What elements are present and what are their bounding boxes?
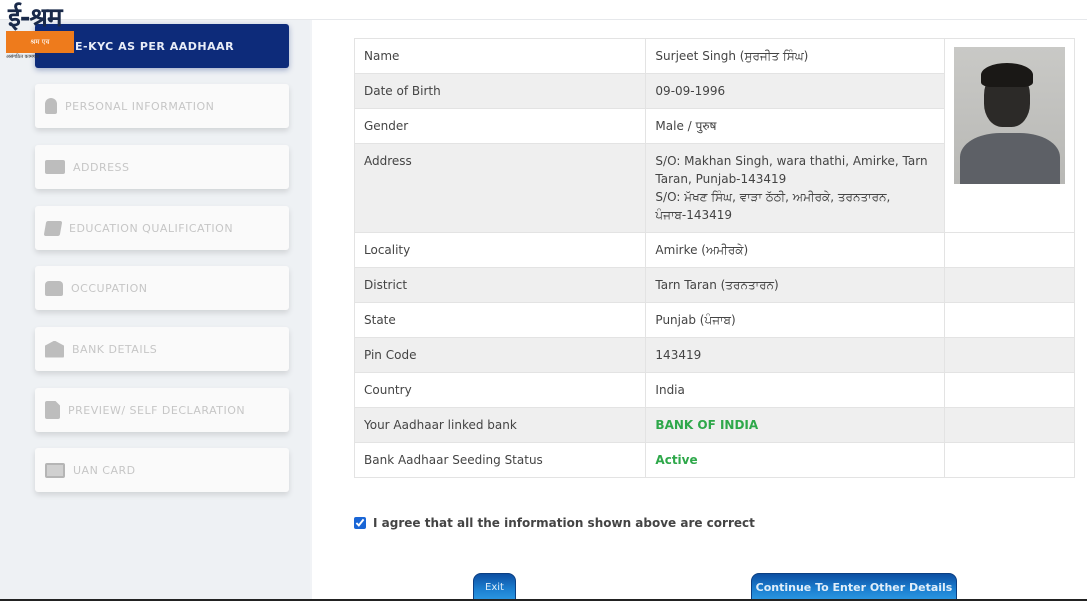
table-row: Locality Amirke (ਅਮੀਰਕੇ)	[353, 232, 1076, 268]
sidebar-item-label: PREVIEW/ SELF DECLARATION	[68, 403, 246, 417]
agreement[interactable]: I agree that all the information shown a…	[354, 516, 755, 530]
sidebar-item-label: BANK DETAILS	[72, 342, 158, 356]
row-label: Your Aadhaar linked bank	[353, 407, 647, 443]
sidebar-item-uan-card[interactable]: UAN CARD	[35, 448, 289, 492]
book-icon	[43, 220, 63, 236]
row-value: India	[645, 372, 945, 408]
row-label: Address	[353, 143, 647, 233]
empty-cell	[943, 407, 1076, 443]
table-row: Country India	[353, 372, 1076, 408]
agree-label: I agree that all the information shown a…	[373, 516, 755, 530]
sidebar-item-label: PERSONAL INFORMATION	[65, 99, 215, 113]
agree-checkbox[interactable]	[354, 517, 366, 529]
sidebar-item-label: EDUCATION QUALIFICATION	[69, 221, 234, 235]
bottom-pad	[0, 601, 1087, 608]
row-value: 143419	[645, 337, 945, 373]
empty-cell	[943, 267, 1076, 303]
row-value: Amirke (ਅਮੀਰਕੇ)	[645, 232, 945, 268]
logo-band: श्रम एव	[6, 31, 74, 53]
table-row: District Tarn Taran (ਤਰਨਤਾਰਨ)	[353, 267, 1076, 303]
row-label: District	[353, 267, 647, 303]
main-panel: Name Surjeet Singh (ਸੁਰਜੀਤ ਸਿੰਘ) Date of…	[312, 20, 1087, 600]
empty-cell	[943, 372, 1076, 408]
address-punjabi: S/O: ਮੱਖਣ ਸਿੰਘ, ਵਾੜਾ ਠੱਠੀ, ਅਮੀਰਕੇ, ਤਰਨਤਾ…	[655, 190, 891, 222]
row-label: Bank Aadhaar Seeding Status	[353, 442, 647, 478]
sidebar-item-label: OCCUPATION	[71, 281, 148, 295]
continue-button[interactable]: Continue To Enter Other Details	[751, 573, 957, 600]
table-row: Bank Aadhaar Seeding Status Active	[353, 442, 1076, 478]
empty-cell	[943, 302, 1076, 338]
table-row: Name Surjeet Singh (ਸੁਰਜੀਤ ਸਿੰਘ)	[353, 38, 1076, 233]
id-card-icon	[45, 462, 65, 478]
sidebar: E-KYC AS PER AADHAAR PERSONAL INFORMATIO…	[0, 20, 310, 600]
row-label: Date of Birth	[353, 73, 647, 109]
top-bar	[0, 0, 1087, 20]
row-value: Male / पुरुष	[645, 108, 945, 144]
eshram-logo: ई-श्रम श्रम एव असंगठित कामगार	[6, 4, 86, 64]
logo-title: ई-श्रम	[8, 3, 63, 33]
sidebar-item-education[interactable]: EDUCATION QUALIFICATION	[35, 206, 289, 250]
row-label: Pin Code	[353, 337, 647, 373]
briefcase-icon	[45, 280, 63, 296]
row-value: Surjeet Singh (ਸੁਰਜੀਤ ਸਿੰਘ)	[645, 38, 945, 74]
row-label: Locality	[353, 232, 647, 268]
sidebar-item-preview[interactable]: PREVIEW/ SELF DECLARATION	[35, 388, 289, 432]
aadhaar-details-table: Name Surjeet Singh (ਸੁਰਜੀਤ ਸਿੰਘ) Date of…	[353, 38, 1076, 478]
sidebar-item-label: UAN CARD	[73, 463, 136, 477]
logo-subtitle: असंगठित कामगार	[6, 54, 39, 60]
table-row: State Punjab (ਪੰਜਾਬ)	[353, 302, 1076, 338]
address-english: S/O: Makhan Singh, wara thathi, Amirke, …	[655, 154, 928, 186]
exit-button[interactable]: Exit	[473, 573, 516, 600]
linked-bank-value: BANK OF INDIA	[645, 407, 945, 443]
page: ई-श्रम श्रम एव असंगठित कामगार E-KYC AS P…	[0, 0, 1087, 608]
row-value: 09-09-1996	[645, 73, 945, 109]
empty-cell	[943, 442, 1076, 478]
profile-photo	[953, 47, 1065, 184]
table-row: Your Aadhaar linked bank BANK OF INDIA	[353, 407, 1076, 443]
row-value: Tarn Taran (ਤਰਨਤਾਰਨ)	[645, 267, 945, 303]
sidebar-item-label: E-KYC AS PER AADHAAR	[75, 39, 235, 53]
address-card-icon	[45, 160, 65, 174]
empty-cell	[943, 232, 1076, 268]
row-label: State	[353, 302, 647, 338]
sidebar-item-address[interactable]: ADDRESS	[35, 145, 289, 189]
photo-cell	[943, 38, 1076, 233]
sidebar-item-personal-information[interactable]: PERSONAL INFORMATION	[35, 84, 289, 128]
row-label: Gender	[353, 108, 647, 144]
photo-hair	[980, 63, 1033, 87]
table-row: Pin Code 143419	[353, 337, 1076, 373]
row-label: Country	[353, 372, 647, 408]
row-label: Name	[353, 38, 647, 74]
document-icon	[45, 401, 60, 419]
seeding-status-value: Active	[645, 442, 945, 478]
sidebar-item-bank-details[interactable]: BANK DETAILS	[35, 327, 289, 371]
row-value: Punjab (ਪੰਜਾਬ)	[645, 302, 945, 338]
user-icon	[45, 98, 57, 114]
sidebar-item-label: ADDRESS	[73, 160, 130, 174]
row-value-address: S/O: Makhan Singh, wara thathi, Amirke, …	[645, 143, 945, 233]
bank-icon	[45, 340, 64, 358]
sidebar-item-occupation[interactable]: OCCUPATION	[35, 266, 289, 310]
empty-cell	[943, 337, 1076, 373]
photo-body	[959, 133, 1060, 184]
